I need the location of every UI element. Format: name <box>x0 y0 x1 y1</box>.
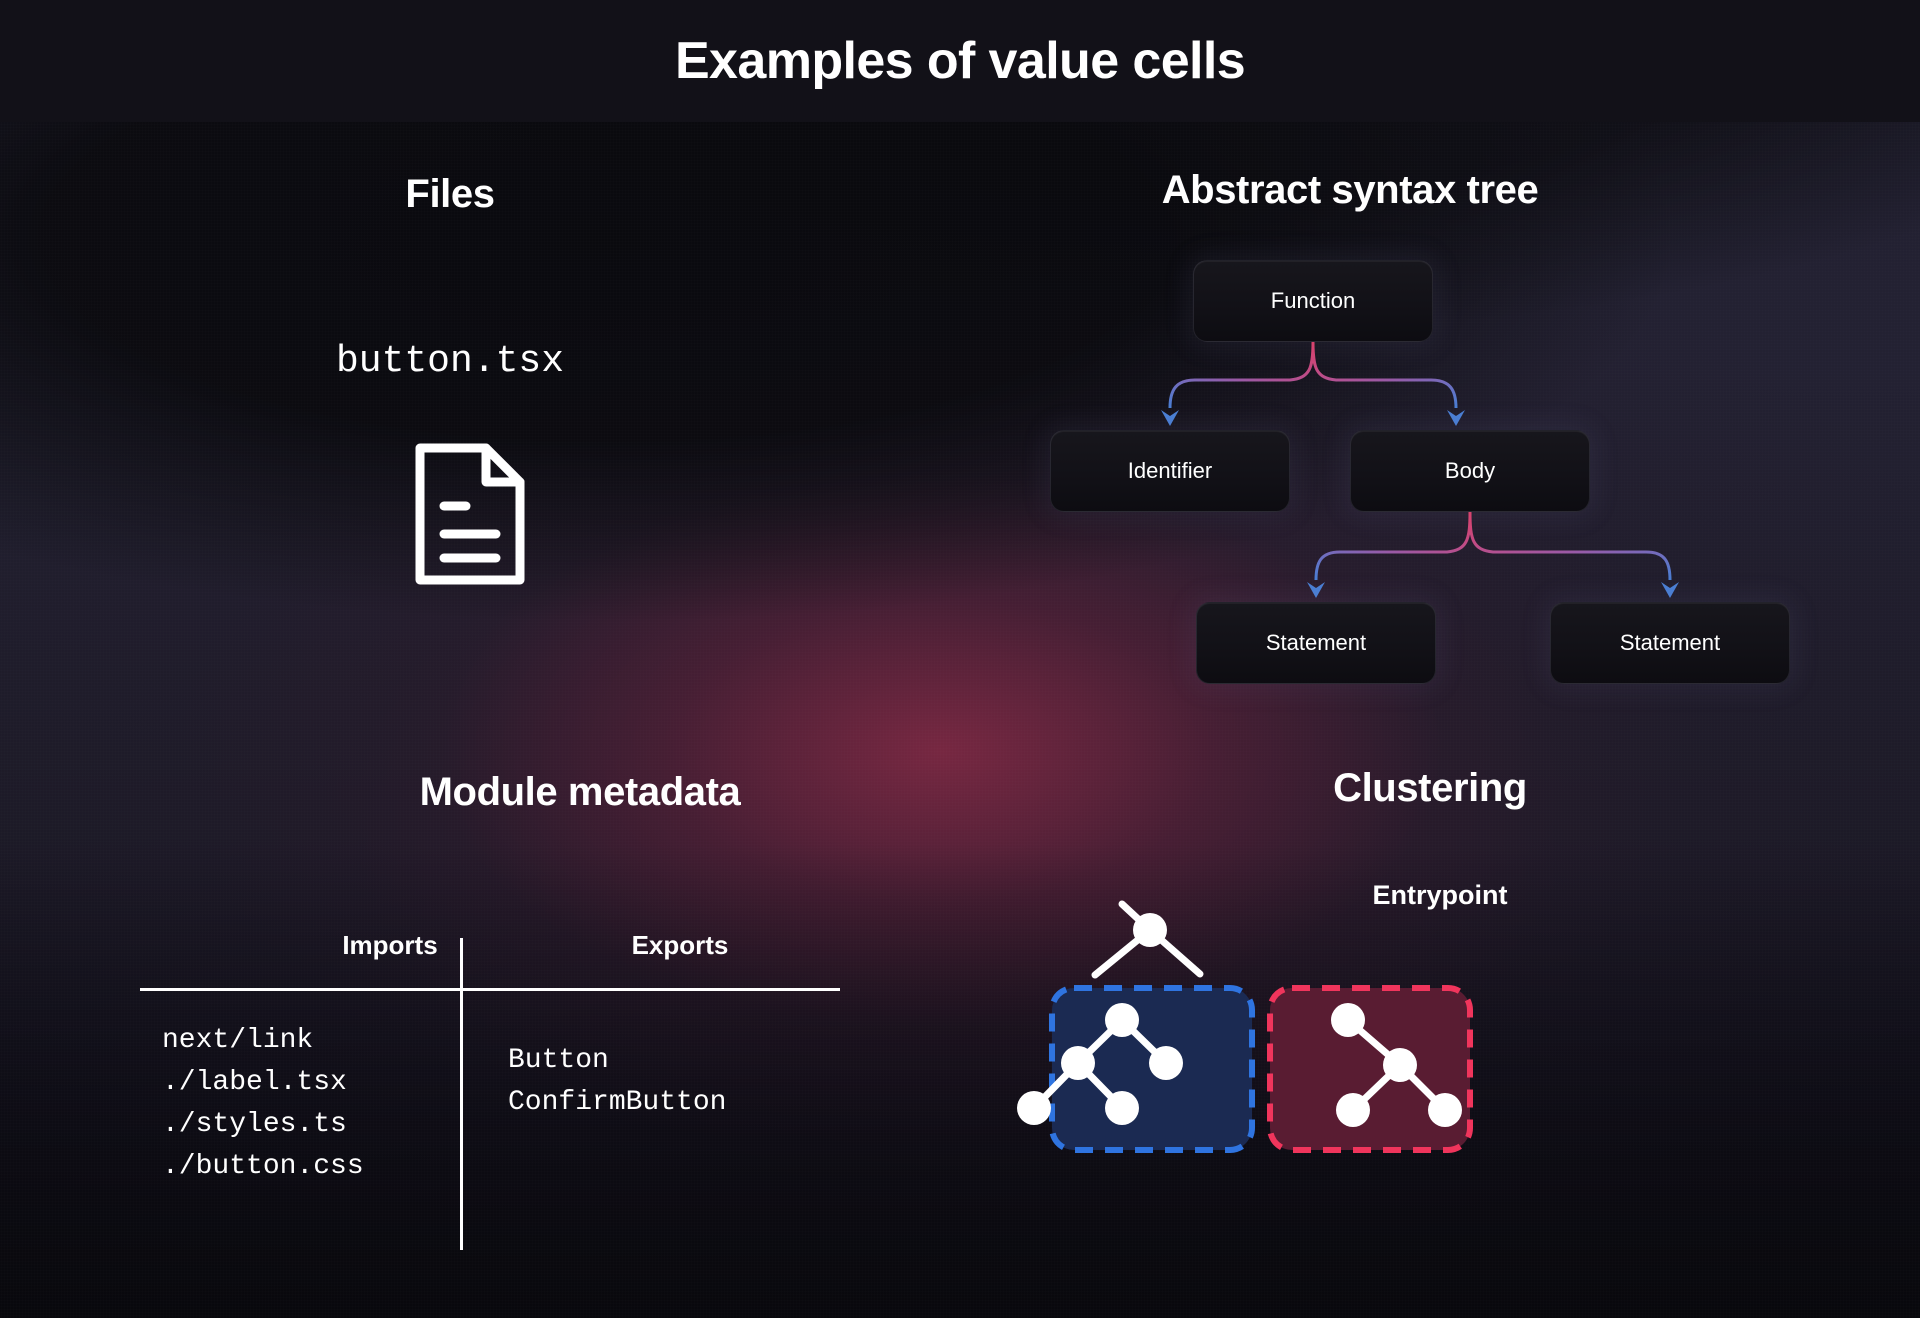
list-item: ./button.css <box>162 1151 364 1182</box>
list-item: ConfirmButton <box>508 1087 727 1118</box>
file-name-label: button.tsx <box>335 340 565 383</box>
section-heading-module-metadata: Module metadata <box>419 770 741 814</box>
graph-node <box>1105 1003 1139 1037</box>
list-item: next/link <box>162 1025 314 1056</box>
graph-node <box>1336 1093 1370 1127</box>
table-column-divider <box>460 938 463 1250</box>
ast-node-body[interactable]: Body <box>1350 430 1590 512</box>
clustering-diagram: Entrypoint <box>1017 860 1780 1260</box>
graph-node-entrypoint <box>1133 913 1167 947</box>
section-heading-clustering: Clustering <box>1333 766 1527 810</box>
graph-node <box>1149 1046 1183 1080</box>
graph-node <box>1331 1003 1365 1037</box>
graph-node <box>1105 1091 1139 1125</box>
column-header-imports: Imports <box>342 930 438 960</box>
section-heading-ast: Abstract syntax tree <box>1161 168 1539 212</box>
list-item: Button <box>508 1045 609 1076</box>
column-header-exports: Exports <box>631 930 729 960</box>
ast-node-function[interactable]: Function <box>1193 260 1433 342</box>
graph-node <box>1017 1091 1051 1125</box>
list-item: ./label.tsx <box>162 1067 347 1098</box>
ast-diagram: Function Identifier Body Statement State… <box>990 250 1790 700</box>
table-header-row: Imports Exports <box>140 920 840 982</box>
imports-list: next/link ./label.tsx ./styles.ts ./butt… <box>162 1020 364 1188</box>
module-metadata-table: Imports Exports next/link ./label.tsx ./… <box>140 920 840 1250</box>
clustering-graph <box>1017 900 1473 1153</box>
list-item: ./styles.ts <box>162 1109 347 1140</box>
section-heading-files: Files <box>405 172 495 216</box>
graph-node <box>1061 1046 1095 1080</box>
ast-node-statement-2[interactable]: Statement <box>1550 602 1790 684</box>
file-document-icon <box>408 438 532 595</box>
table-header-divider <box>140 988 840 991</box>
slide-canvas: Examples of value cells Files button.tsx… <box>0 0 1920 1318</box>
ast-node-statement-1[interactable]: Statement <box>1196 602 1436 684</box>
page-title: Examples of value cells <box>674 32 1246 90</box>
ast-node-identifier[interactable]: Identifier <box>1050 430 1290 512</box>
exports-list: Button ConfirmButton <box>508 1040 726 1124</box>
graph-node <box>1428 1093 1462 1127</box>
title-bar: Examples of value cells <box>0 0 1920 122</box>
graph-node <box>1383 1048 1417 1082</box>
